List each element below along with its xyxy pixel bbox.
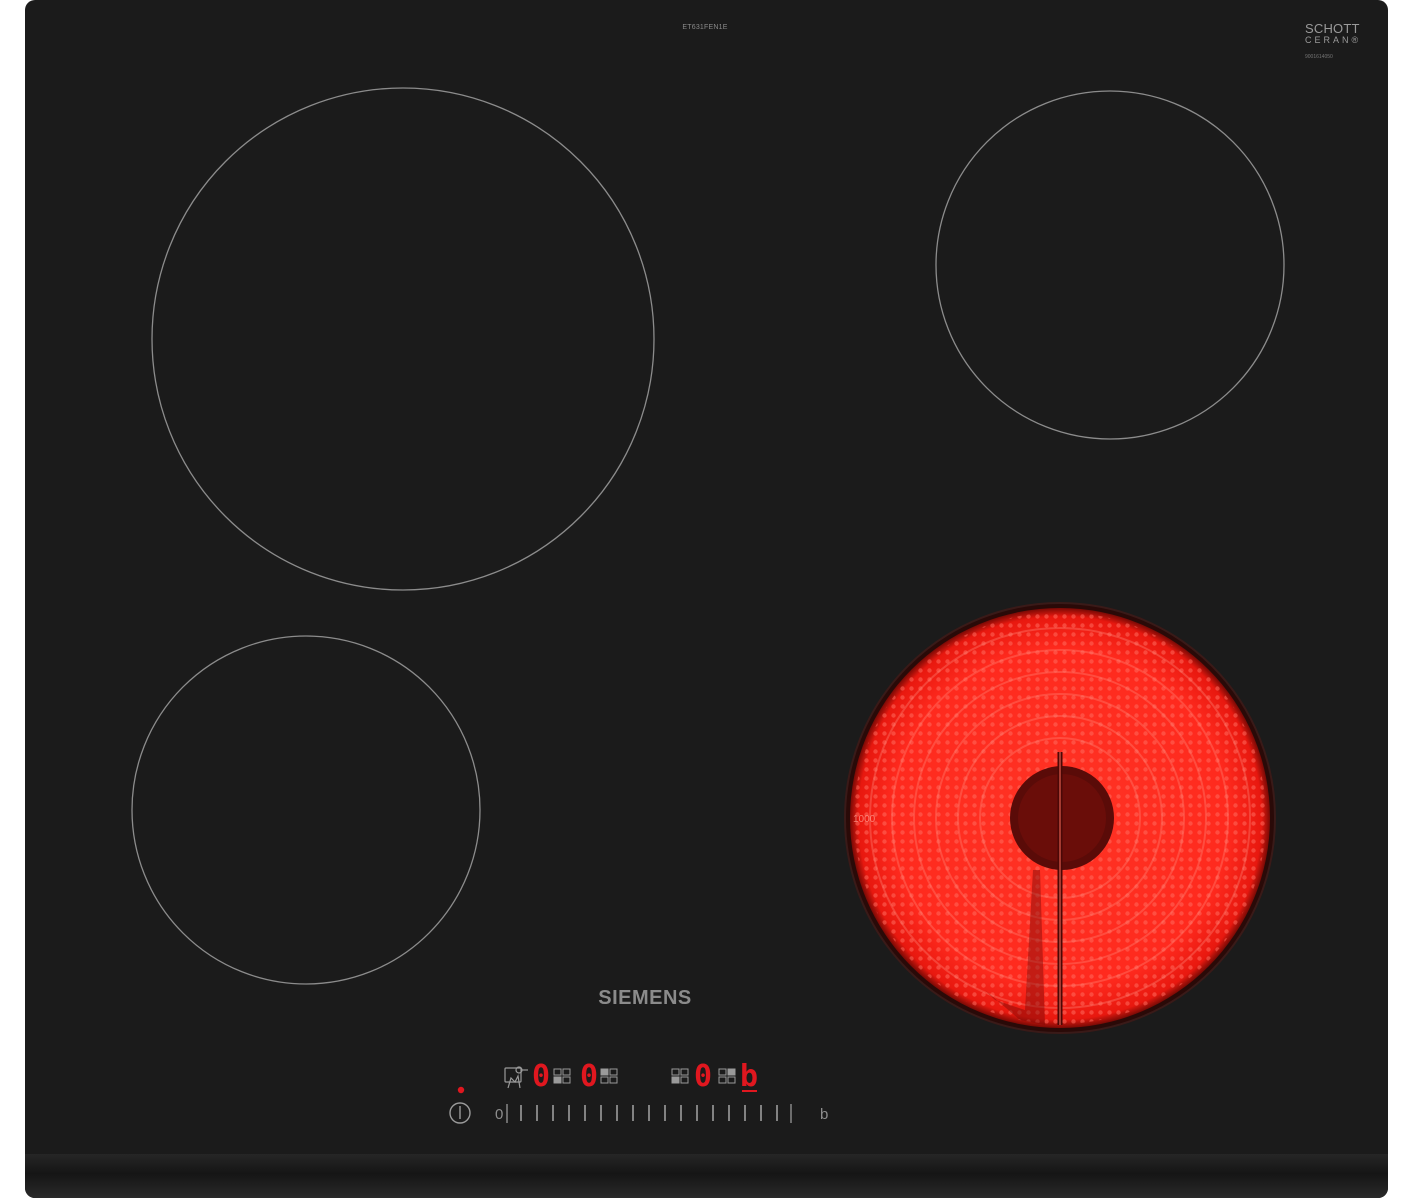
slider-max-label: b bbox=[820, 1106, 828, 1123]
power-icon[interactable] bbox=[449, 1102, 471, 1124]
zone-position-icon bbox=[671, 1068, 689, 1084]
zone-display-3: 0 bbox=[694, 1059, 712, 1094]
control-panel: 0 0 0 b 0 b bbox=[449, 1059, 828, 1124]
power-indicator-led bbox=[457, 1086, 465, 1094]
zone-position-icon bbox=[718, 1068, 736, 1084]
zone-display-4: b bbox=[740, 1059, 758, 1094]
zone-position-icon bbox=[600, 1068, 618, 1084]
child-lock-icon[interactable] bbox=[504, 1066, 528, 1089]
slider-min-label: 0 bbox=[495, 1106, 503, 1123]
cooktop-front-edge bbox=[25, 1154, 1388, 1198]
zone-display-1: 0 bbox=[532, 1059, 550, 1094]
zone-display-2: 0 bbox=[580, 1059, 598, 1094]
zone-position-icon bbox=[553, 1068, 571, 1084]
power-level-slider[interactable] bbox=[506, 1104, 792, 1123]
cooktop-glass-surface: ET631FEN1E SCHOTT CERAN® 9001614050 1000… bbox=[25, 0, 1388, 1198]
